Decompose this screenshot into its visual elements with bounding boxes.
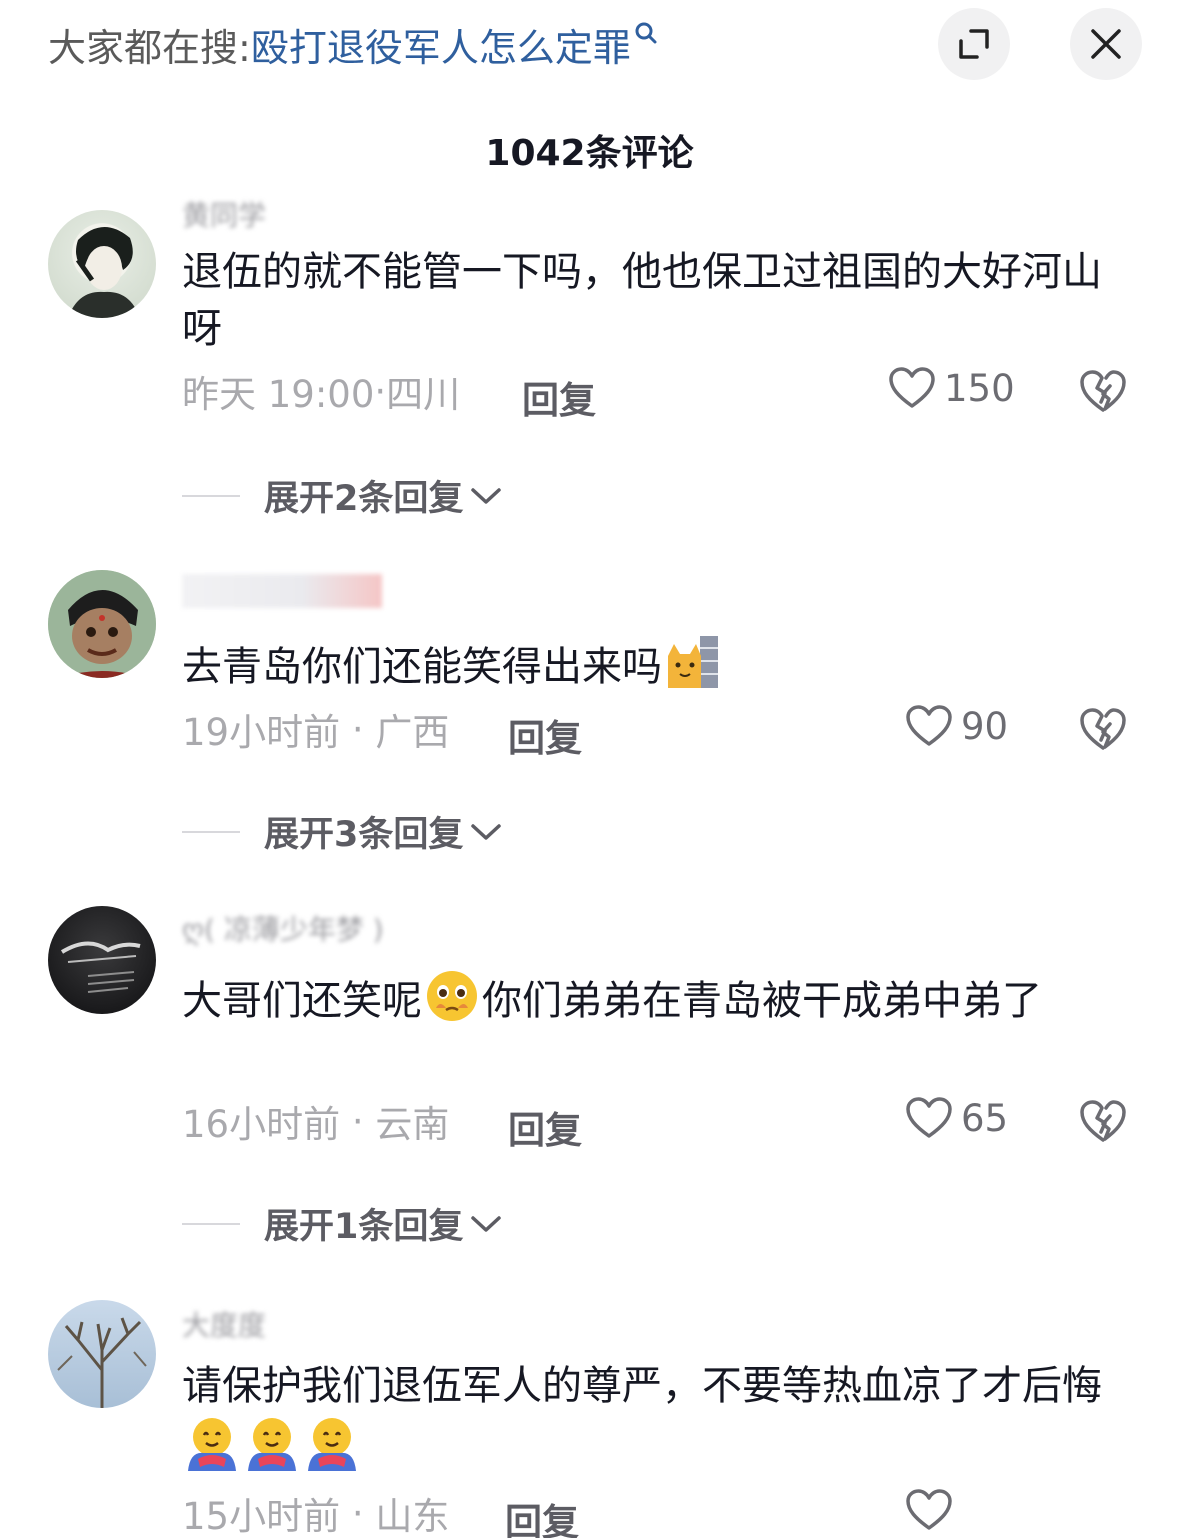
close-button[interactable] (1070, 8, 1142, 80)
close-icon (1091, 29, 1121, 59)
comment-username[interactable]: ღ( 凉薄少年梦 ) (182, 908, 384, 948)
heart-icon (906, 705, 952, 746)
comment-username[interactable]: 大度度 (182, 1304, 266, 1344)
trending-search[interactable]: 大家都在搜: 殴打退役军人怎么定罪 (48, 14, 659, 74)
trending-search-query[interactable]: 殴打退役军人怎么定罪 (251, 17, 631, 72)
comment-meta: 19小时前 · 广西 (182, 704, 450, 755)
comment-time: 昨天 19:00 (182, 373, 375, 416)
heart-icon (889, 367, 935, 408)
trending-search-prefix: 大家都在搜: (48, 25, 251, 70)
comment-text-content: 去青岛你们还能笑得出来吗 (182, 644, 662, 690)
expand-icon (959, 29, 989, 59)
comment-location: 四川 (386, 373, 461, 416)
avatar[interactable] (48, 906, 156, 1014)
reply-button[interactable]: 回复 (508, 708, 582, 762)
like-count: 150 (944, 366, 1015, 410)
comment-time: 19小时前 (182, 711, 341, 754)
expand-replies[interactable]: 展开1条回复 (182, 1198, 503, 1249)
comment-text: 退伍的就不能管一下吗，他也保卫过祖国的大好河山呀 (182, 249, 1102, 352)
chevron-down-icon (471, 823, 502, 840)
heart-icon (906, 1097, 952, 1138)
fullscreen-button[interactable] (938, 8, 1010, 80)
cat-wall-emoji-icon (668, 636, 718, 688)
like-count: 65 (961, 1096, 1009, 1140)
dislike-button[interactable] (1078, 706, 1128, 756)
comment-meta: 昨天 19:00 · 四川 (182, 366, 461, 417)
comment-time: 16小时前 (182, 1103, 341, 1146)
comment-text: 大哥们还笑呢 你们弟弟在青岛被干成弟中弟了 (182, 968, 1132, 1030)
pleading-face-emoji-icon (427, 971, 477, 1021)
avatar[interactable] (48, 570, 156, 678)
like-button[interactable]: 90 (905, 704, 1008, 748)
avatar[interactable] (48, 210, 156, 318)
like-button[interactable] (905, 1488, 961, 1532)
reply-button[interactable]: 回复 (505, 1492, 579, 1538)
comment-text: 去青岛你们还能笑得出来吗 (182, 634, 1132, 696)
divider (182, 830, 240, 833)
avatar[interactable] (48, 1300, 156, 1408)
reply-button[interactable]: 回复 (522, 370, 596, 424)
chevron-down-icon (471, 487, 502, 504)
hugging-face-emoji-icon (188, 1418, 236, 1471)
comment-time: 15小时前 (182, 1495, 341, 1538)
expand-replies-label: 展开1条回复 (264, 1207, 464, 1247)
dislike-button[interactable] (1078, 368, 1128, 418)
hugging-face-emoji-icon (308, 1418, 356, 1471)
comments-count-title: 1042条评论 (485, 133, 694, 174)
divider (182, 494, 240, 497)
like-button[interactable]: 150 (888, 366, 1015, 410)
comment-text-part: 你们弟弟在青岛被干成弟中弟了 (482, 978, 1042, 1024)
comment-location: 山东 (375, 1495, 450, 1538)
broken-heart-icon (1080, 370, 1126, 412)
comment-username[interactable]: 黄同学 (182, 194, 266, 234)
broken-heart-icon (1080, 1100, 1126, 1142)
reply-button[interactable]: 回复 (508, 1100, 582, 1154)
dislike-button[interactable] (1078, 1098, 1128, 1148)
comment-meta: 15小时前 · 山东 (182, 1488, 449, 1538)
comment-text-content: 请保护我们退伍军人的尊严，不要等热血凉了才后悔 (182, 1363, 1102, 1409)
chevron-down-icon (471, 1215, 502, 1232)
expand-replies[interactable]: 展开2条回复 (182, 470, 503, 521)
heart-icon (906, 1489, 952, 1530)
comment-username[interactable] (182, 574, 382, 608)
hugging-face-emoji-icon (248, 1418, 296, 1471)
expand-replies-label: 展开2条回复 (264, 479, 464, 519)
like-count: 90 (961, 704, 1009, 748)
search-icon (635, 22, 657, 44)
expand-replies-label: 展开3条回复 (264, 815, 464, 855)
expand-replies[interactable]: 展开3条回复 (182, 806, 503, 857)
comment-meta: 16小时前 · 云南 (182, 1096, 450, 1147)
comment-location: 广西 (375, 711, 450, 754)
comment-text-part: 大哥们还笑呢 (182, 978, 422, 1024)
broken-heart-icon (1080, 708, 1126, 750)
like-button[interactable]: 65 (905, 1096, 1008, 1140)
divider (182, 1222, 240, 1225)
comment-location: 云南 (375, 1103, 450, 1146)
comment-text: 请保护我们退伍军人的尊严，不要等热血凉了才后悔 (182, 1358, 1132, 1477)
